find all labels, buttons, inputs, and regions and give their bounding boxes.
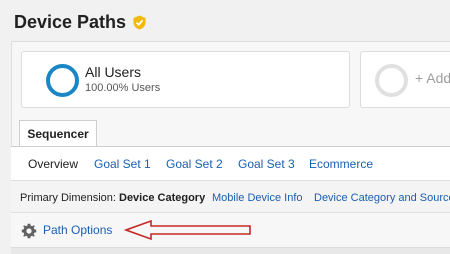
tab-goal-set-1[interactable]: Goal Set 1 (94, 157, 151, 171)
annotation-arrow (123, 219, 253, 241)
tab-goal-set-3[interactable]: Goal Set 3 (238, 157, 295, 171)
segment-percent: 100.00% Users (85, 82, 161, 94)
tab-sequencer[interactable]: Sequencer (19, 120, 97, 146)
page-title: Device Paths (14, 11, 127, 32)
empty-segment-ring-icon (375, 64, 408, 97)
tab-goal-set-2[interactable]: Goal Set 2 (166, 157, 223, 171)
path-options-link[interactable]: Path Options (43, 223, 112, 237)
add-segment-card[interactable]: + Add (360, 51, 450, 108)
dimension-mobile-device-info[interactable]: Mobile Device Info (212, 192, 303, 204)
dimension-device-category[interactable]: Device Category (119, 192, 205, 204)
page-header: Device Paths (14, 10, 147, 34)
goal-tabs: Overview Goal Set 1 Goal Set 2 Goal Set … (11, 146, 450, 181)
segment-ring-icon (46, 64, 79, 97)
segment-name: All Users (85, 64, 142, 80)
tab-ecommerce[interactable]: Ecommerce (309, 157, 373, 171)
shield-check-icon (132, 15, 147, 30)
add-segment-label: + Add (415, 70, 450, 86)
tab-overview[interactable]: Overview (28, 157, 78, 171)
dimension-device-category-and-source[interactable]: Device Category and Source (314, 192, 450, 204)
primary-dimension-bar: Primary Dimension: Device Category Mobil… (11, 180, 450, 213)
primary-dimension-label: Primary Dimension: (20, 192, 116, 204)
segment-card-all-users[interactable]: All Users 100.00% Users (21, 51, 350, 108)
gear-icon[interactable] (21, 223, 37, 239)
